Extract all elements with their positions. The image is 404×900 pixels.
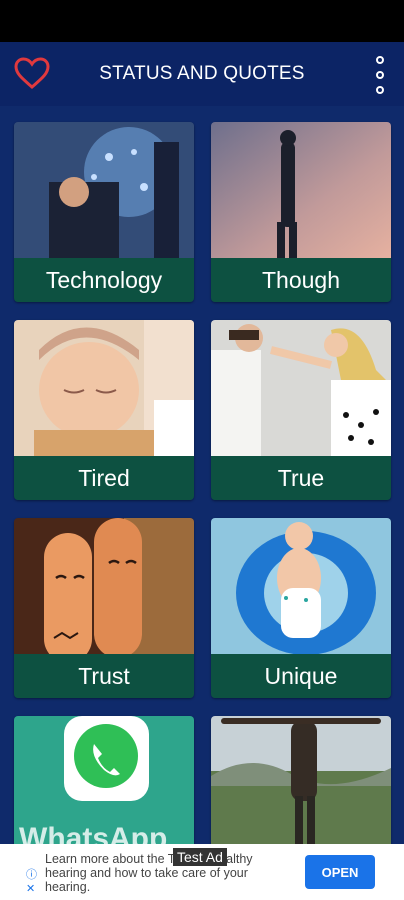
category-label: Tired — [14, 456, 194, 500]
app-bar: STATUS AND QUOTES — [0, 42, 404, 106]
heart-icon[interactable] — [13, 56, 51, 90]
ad-info-icons[interactable]: ⓘ ✕ — [26, 868, 37, 896]
category-label: Trust — [14, 654, 194, 698]
ad-text: Learn more about the Test Ad healthy hea… — [45, 852, 253, 894]
whatsapp-photo: WhatsApp — [14, 716, 194, 844]
though-photo — [211, 122, 391, 258]
category-label: Technology — [14, 258, 194, 302]
technology-photo — [14, 122, 194, 258]
app-title: STATUS AND QUOTES — [99, 63, 305, 84]
category-card-trust[interactable]: Trust — [14, 518, 194, 698]
category-label: Though — [211, 258, 391, 302]
tired-photo — [14, 320, 194, 456]
category-card-tired[interactable]: Tired — [14, 320, 194, 500]
category-card-true[interactable]: True — [211, 320, 391, 500]
category-grid: Technology Though Tired True Trust Uniqu… — [0, 106, 404, 844]
ad-banner[interactable]: ⓘ ✕ Learn more about the Test Ad healthy … — [0, 844, 404, 900]
category-label: True — [211, 456, 391, 500]
ad-open-button[interactable]: OPEN — [305, 855, 375, 889]
status-bar — [0, 0, 404, 42]
freedom-photo — [211, 716, 391, 844]
trust-photo — [14, 518, 194, 654]
category-card-freedom[interactable] — [211, 716, 391, 844]
unique-photo — [211, 518, 391, 654]
category-card-whatsapp[interactable]: WhatsApp — [14, 716, 194, 844]
category-label: Unique — [211, 654, 391, 698]
true-photo — [211, 320, 391, 456]
category-card-though[interactable]: Though — [211, 122, 391, 302]
test-ad-badge: Test Ad — [173, 848, 227, 866]
category-card-unique[interactable]: Unique — [211, 518, 391, 698]
category-card-technology[interactable]: Technology — [14, 122, 194, 302]
svg-text:WhatsApp: WhatsApp — [19, 822, 167, 844]
overflow-menu-icon[interactable] — [370, 56, 390, 94]
